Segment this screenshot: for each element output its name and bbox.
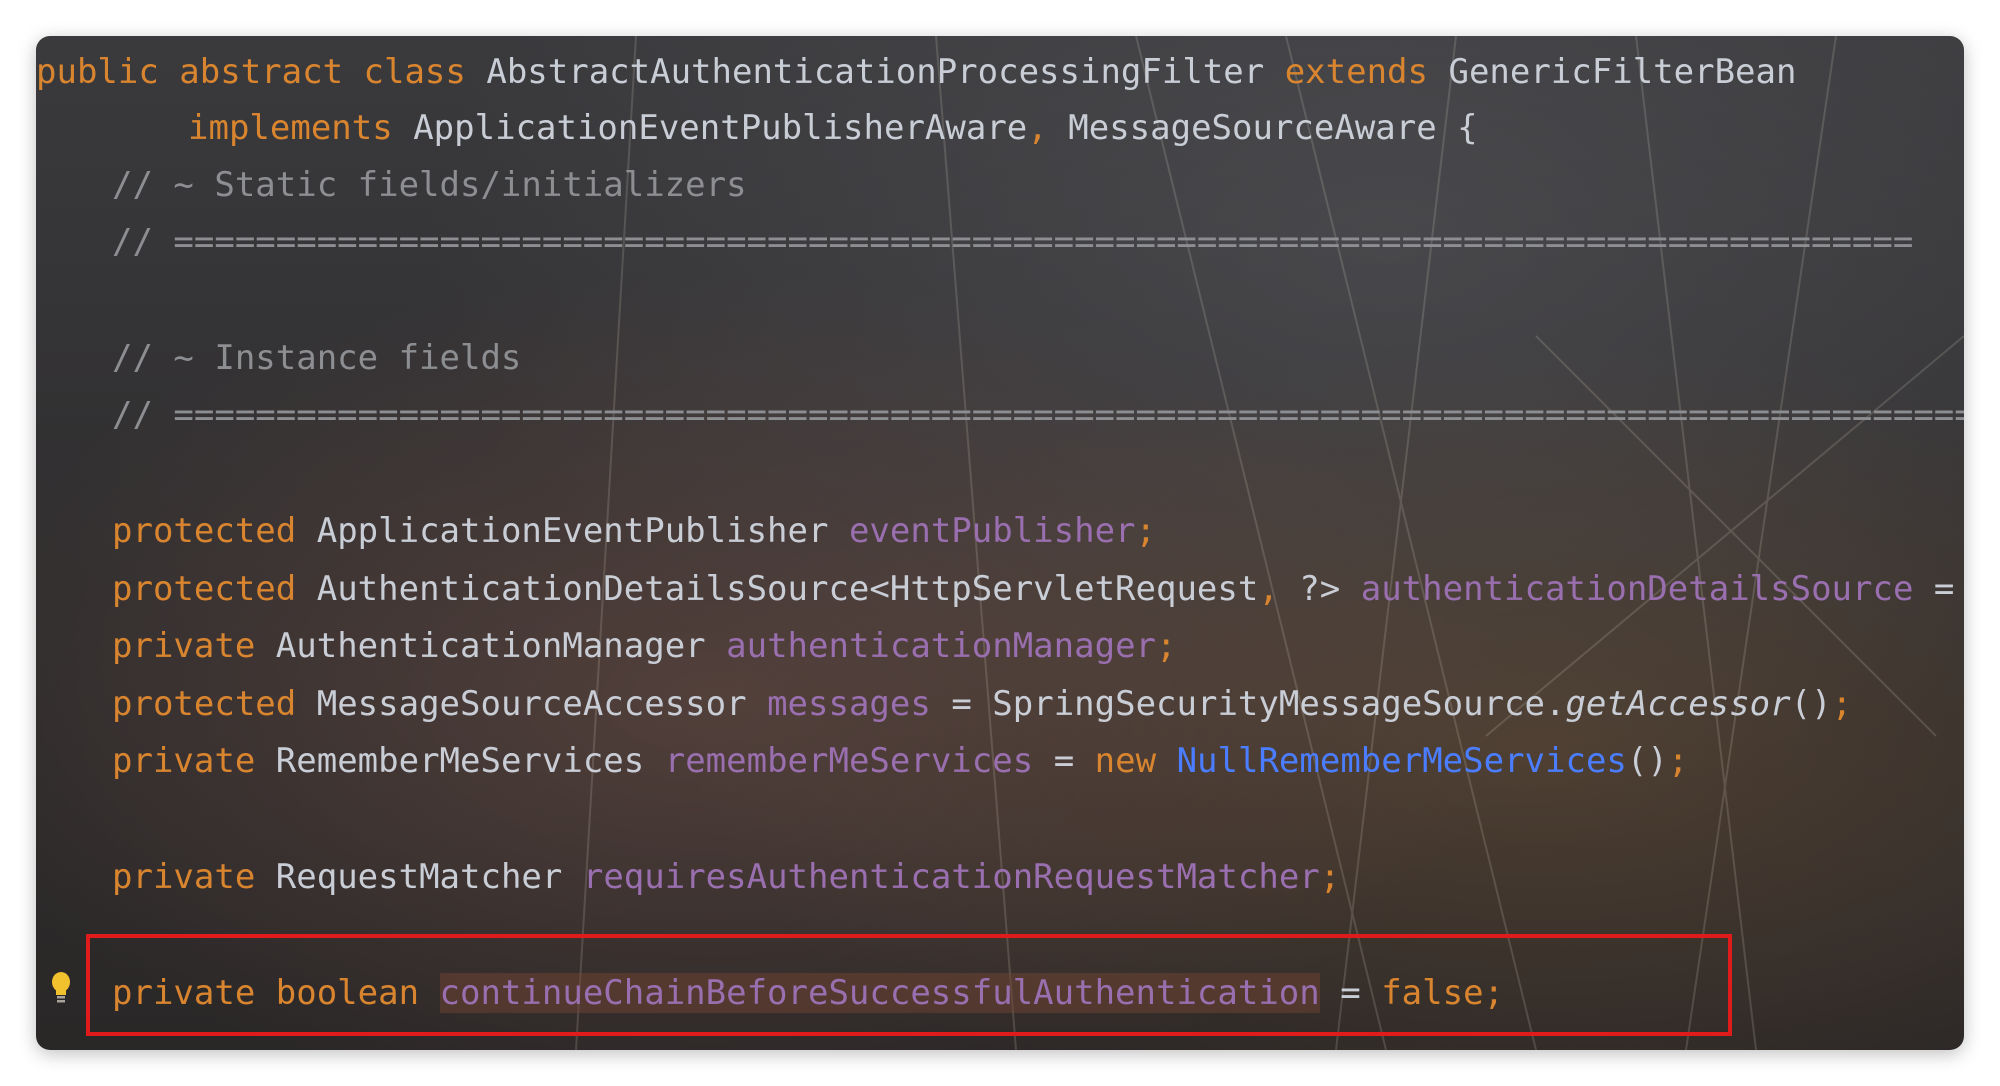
semicolon: ; — [1667, 741, 1689, 781]
field-name: rememberMeServices — [664, 741, 1034, 781]
field-name: authenticationManager — [726, 626, 1157, 666]
code-line-auth-manager: private AuthenticationManager authentica… — [112, 617, 1177, 675]
highlight-annotation-box — [86, 934, 1732, 1036]
implements-keyword: implements — [188, 108, 393, 148]
code-comment-static-fields: // ~ Static fields/initializers — [112, 165, 747, 205]
field-name: authenticationDetailsSource — [1360, 569, 1914, 609]
field-name: requiresAuthenticationRequestMatcher — [582, 857, 1320, 897]
code-comment-separator-1: // =====================================… — [112, 222, 1914, 262]
class-name: AbstractAuthenticationProcessingFilter — [486, 52, 1265, 92]
code-comment-separator-2: // =====================================… — [112, 395, 1964, 435]
access-modifier: private — [112, 857, 256, 897]
static-method-call: getAccessor — [1565, 684, 1791, 724]
code-comment-instance-fields: // ~ Instance fields — [112, 338, 522, 378]
assign-operator: = — [951, 684, 972, 724]
access-modifier: protected — [112, 684, 297, 724]
code-line-2: implements ApplicationEventPublisherAwar… — [188, 99, 1478, 157]
comma: , — [1027, 108, 1048, 148]
access-modifier: protected — [112, 511, 297, 551]
assign-operator: = — [1053, 741, 1075, 781]
code-area[interactable]: public abstract class AbstractAuthentica… — [36, 36, 1964, 1050]
code-line-details-source: protected AuthenticationDetailsSource<Ht… — [112, 560, 1964, 618]
access-modifier: private — [112, 626, 256, 666]
extends-keyword: extends — [1284, 52, 1428, 92]
interface-name-2: MessageSourceAware { — [1068, 108, 1478, 148]
code-line-event-publisher: protected ApplicationEventPublisher even… — [112, 502, 1156, 560]
code-editor-window: public abstract class AbstractAuthentica… — [36, 36, 1964, 1050]
field-type: AuthenticationManager — [275, 626, 706, 666]
field-type: ApplicationEventPublisher — [316, 511, 829, 551]
access-modifier: private — [112, 741, 256, 781]
field-type: RequestMatcher — [275, 857, 563, 897]
access-modifier: protected — [112, 569, 297, 609]
code-line-messages: protected MessageSourceAccessor messages… — [112, 675, 1852, 733]
semicolon: ; — [1135, 511, 1157, 551]
parentheses: () — [1626, 741, 1668, 781]
wildcard: ?> — [1299, 569, 1341, 609]
code-line-1: public abstract class AbstractAuthentica… — [36, 43, 1796, 101]
field-type: AuthenticationDetailsSource<HttpServletR… — [316, 569, 1259, 609]
class-reference: NullRememberMeServices — [1176, 741, 1627, 781]
base-class-name: GenericFilterBean — [1448, 52, 1797, 92]
semicolon: ; — [1831, 684, 1853, 724]
field-type: RememberMeServices — [275, 741, 645, 781]
code-line-request-matcher: private RequestMatcher requiresAuthentic… — [112, 848, 1340, 906]
parentheses: () — [1790, 684, 1832, 724]
call-owner: SpringSecurityMessageSource. — [992, 684, 1566, 724]
interface-name-1: ApplicationEventPublisherAware — [413, 108, 1028, 148]
new-keyword: new — [1094, 741, 1157, 781]
code-line-remember-me: private RememberMeServices rememberMeSer… — [112, 732, 1688, 790]
class-declaration-keywords: public abstract class — [36, 52, 466, 92]
lightbulb-icon[interactable] — [51, 971, 71, 1005]
comma: , — [1258, 569, 1279, 609]
field-name: messages — [767, 684, 931, 724]
field-name: eventPublisher — [848, 511, 1136, 551]
semicolon: ; — [1156, 626, 1177, 666]
semicolon: ; — [1319, 857, 1341, 897]
assign-operator: = — [1933, 569, 1955, 609]
field-type: MessageSourceAccessor — [316, 684, 747, 724]
